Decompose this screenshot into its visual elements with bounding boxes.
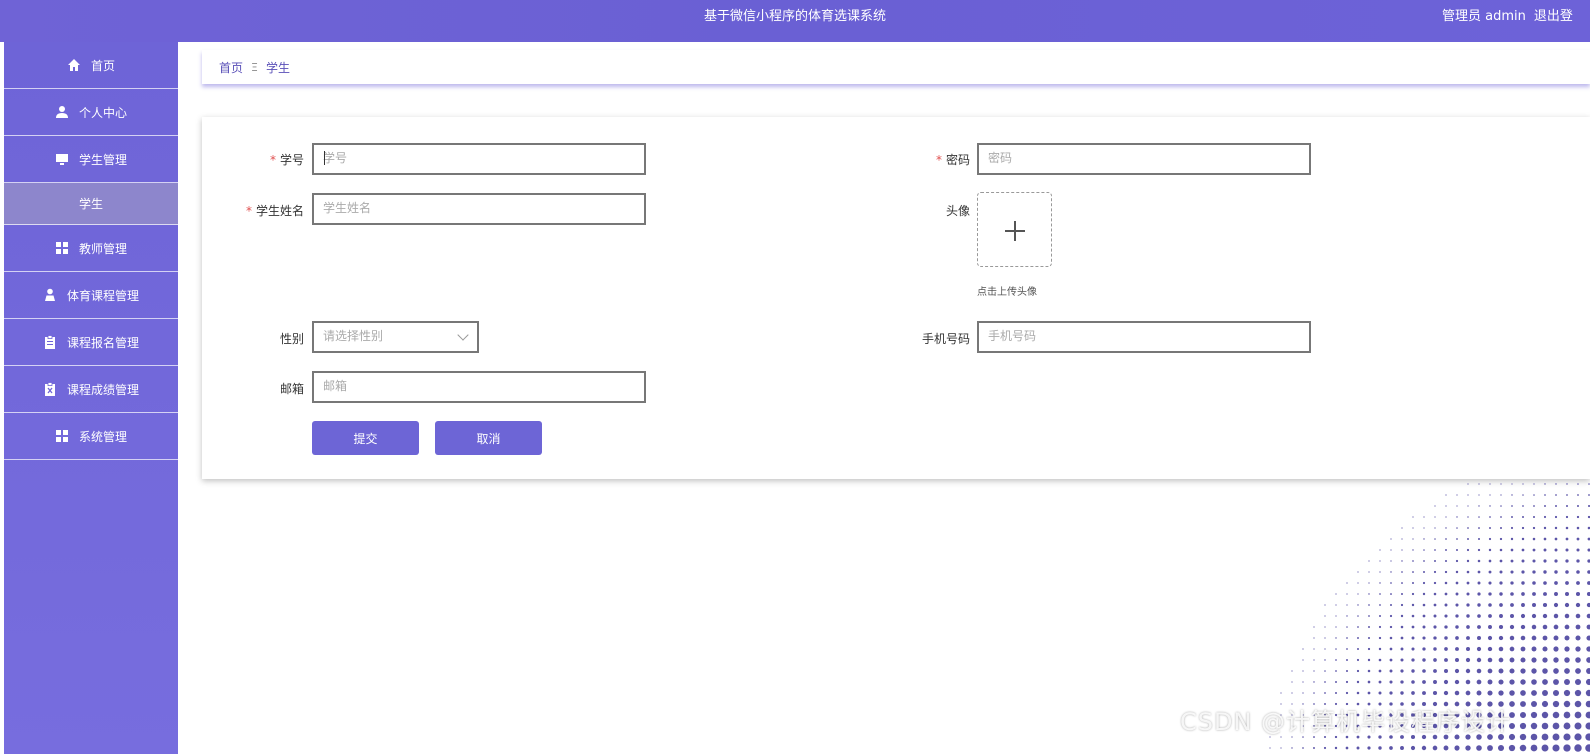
person-icon bbox=[43, 288, 57, 302]
sidebar-item-student-management[interactable]: 学生管理 bbox=[4, 136, 178, 183]
sidebar-item-label: 体育课程管理 bbox=[66, 288, 139, 303]
sidebar-item-label: 课程成绩管理 bbox=[66, 382, 139, 397]
home-icon bbox=[67, 58, 81, 72]
student-form: * 学号 学号 * 密码 密码 * 学生姓名 学生姓名 头像 点击上传头像 性别 请选… bbox=[202, 117, 1590, 479]
avatar-upload-hint: 点击上传头像 bbox=[977, 287, 1037, 298]
sidebar-subitem-student[interactable]: 学生 bbox=[4, 183, 178, 225]
plus-icon-vertical bbox=[1014, 221, 1016, 241]
grid-icon bbox=[55, 241, 69, 255]
sidebar: 首页 个人中心 学生管理 学生 教师管理 体育课程管理 课程报名管理 课程成绩管… bbox=[4, 42, 178, 754]
password-input[interactable]: 密码 bbox=[977, 143, 1311, 175]
gender-placeholder: 请选择性别 bbox=[323, 329, 384, 343]
clipboard-icon bbox=[43, 335, 57, 349]
sidebar-item-teacher-management[interactable]: 教师管理 bbox=[4, 225, 178, 272]
sidebar-item-label: 系统管理 bbox=[78, 429, 127, 444]
email-input[interactable]: 邮箱 bbox=[312, 371, 646, 403]
student-id-input[interactable]: 学号 bbox=[312, 143, 646, 175]
sidebar-item-label: 学生管理 bbox=[78, 152, 127, 167]
gender-label: 性别 bbox=[279, 332, 304, 346]
sidebar-item-course-enrollment-management[interactable]: 课程报名管理 bbox=[4, 319, 178, 366]
logout-link[interactable]: 退出登 bbox=[1534, 9, 1573, 24]
phone-label: 手机号码 bbox=[921, 332, 970, 346]
sidebar-item-course-grade-management[interactable]: 课程成绩管理 bbox=[4, 366, 178, 413]
student-name-input[interactable]: 学生姓名 bbox=[312, 193, 646, 225]
grid-icon bbox=[55, 429, 69, 443]
text-caret bbox=[324, 151, 325, 165]
email-placeholder: 邮箱 bbox=[323, 379, 348, 393]
password-label: * 密码 bbox=[935, 153, 970, 167]
required-mark: * bbox=[935, 153, 942, 167]
breadcrumb-current: 学生 bbox=[265, 60, 290, 75]
user-icon bbox=[55, 105, 69, 119]
top-bar: 基于微信小程序的体育选课系统 管理员 admin 退出登 bbox=[0, 0, 1590, 42]
phone-placeholder: 手机号码 bbox=[988, 329, 1037, 343]
sidebar-item-sports-course-management[interactable]: 体育课程管理 bbox=[4, 272, 178, 319]
required-mark: * bbox=[269, 153, 276, 167]
user-info: 管理员 admin 退出登 bbox=[1442, 0, 1581, 34]
student-id-label: * 学号 bbox=[269, 153, 304, 167]
student-id-placeholder: 学号 bbox=[323, 151, 348, 165]
avatar-upload[interactable] bbox=[977, 192, 1052, 267]
monitor-icon bbox=[55, 152, 69, 166]
password-placeholder: 密码 bbox=[988, 151, 1013, 165]
chevron-down-icon bbox=[457, 329, 469, 341]
breadcrumb-separator: Ξ bbox=[251, 60, 258, 74]
email-label: 邮箱 bbox=[279, 382, 304, 396]
sidebar-item-label: 课程报名管理 bbox=[66, 335, 139, 350]
sidebar-item-personal-center[interactable]: 个人中心 bbox=[4, 89, 178, 136]
user-label: 管理员 admin bbox=[1442, 9, 1526, 24]
watermark: CSDN @计算机毕设程序设计 bbox=[1180, 708, 1512, 736]
app-title: 基于微信小程序的体育选课系统 bbox=[703, 9, 886, 24]
student-name-placeholder: 学生姓名 bbox=[323, 201, 372, 215]
avatar-label: 头像 bbox=[945, 204, 970, 218]
required-mark: * bbox=[245, 204, 252, 218]
sidebar-item-label: 学生 bbox=[78, 197, 103, 211]
sidebar-item-label: 个人中心 bbox=[78, 105, 127, 120]
sidebar-item-label: 教师管理 bbox=[78, 241, 127, 256]
sidebar-item-system-management[interactable]: 系统管理 bbox=[4, 413, 178, 460]
clipboard-x-icon bbox=[43, 382, 57, 396]
sidebar-item-label: 首页 bbox=[90, 58, 115, 73]
student-name-label: * 学生姓名 bbox=[245, 204, 304, 218]
cancel-button[interactable]: 取消 bbox=[435, 421, 542, 455]
sidebar-item-home[interactable]: 首页 bbox=[4, 42, 178, 89]
phone-input[interactable]: 手机号码 bbox=[977, 321, 1311, 353]
breadcrumb-home[interactable]: 首页 bbox=[219, 59, 243, 76]
submit-button[interactable]: 提交 bbox=[312, 421, 419, 455]
breadcrumb: 首页 Ξ 学生 bbox=[202, 50, 1590, 84]
gender-select[interactable]: 请选择性别 bbox=[312, 321, 479, 353]
